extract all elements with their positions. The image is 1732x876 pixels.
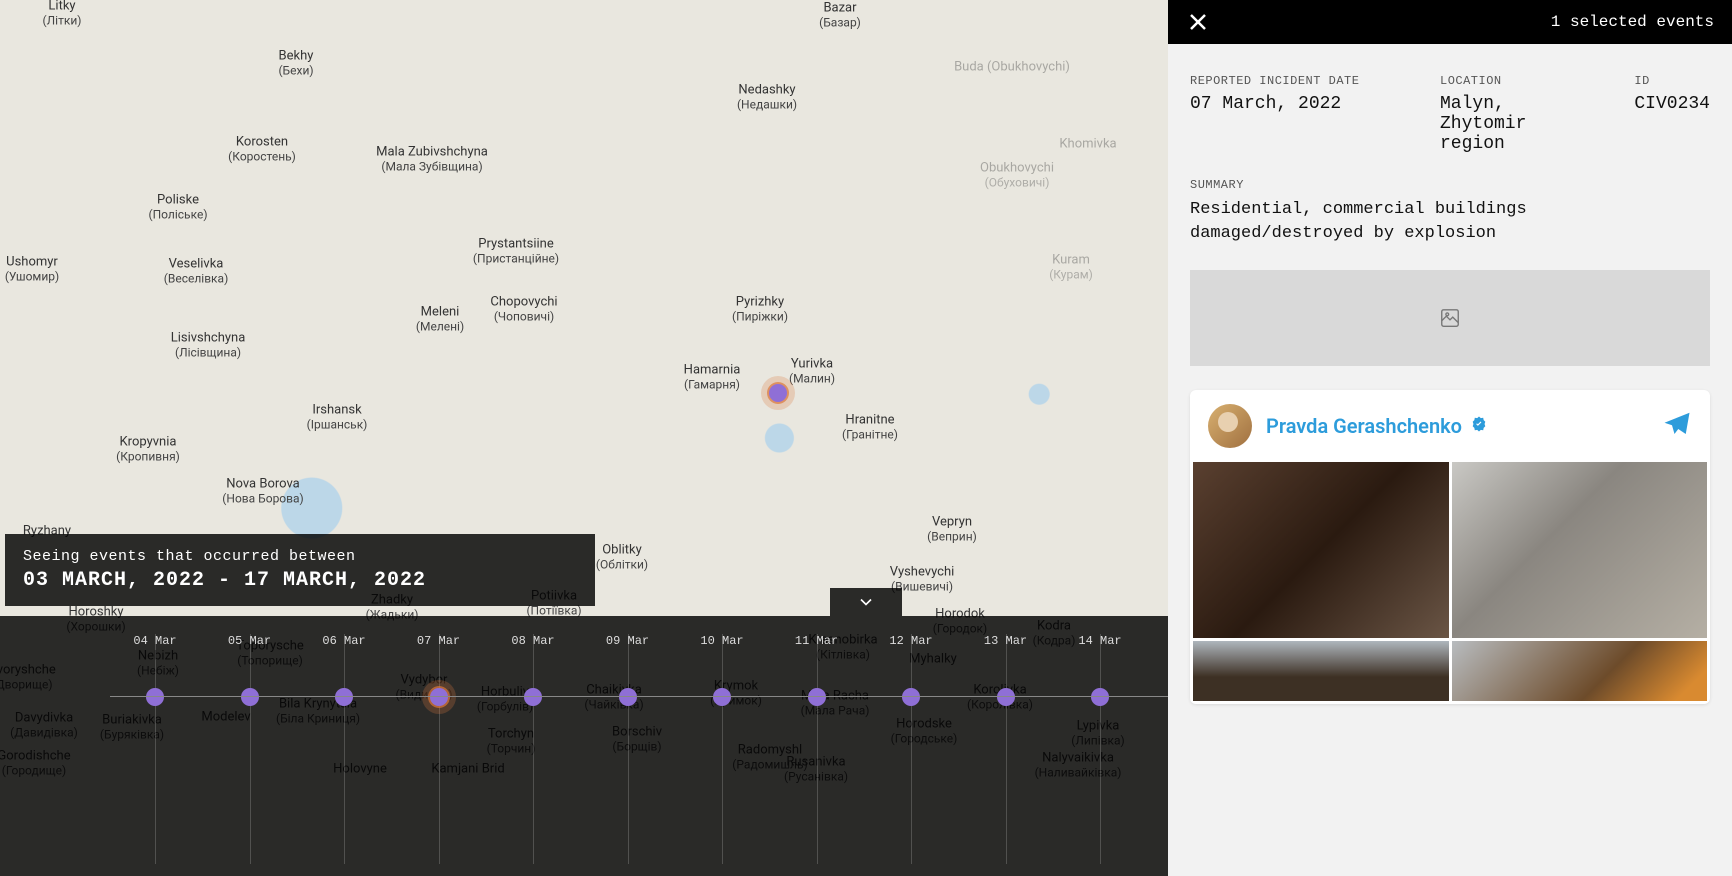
map-place-label: Korosten(Коростень) xyxy=(228,136,296,165)
map-place-label: Mala Zubivshchyna(Мала Зубівщина) xyxy=(376,146,488,175)
map-place-label: Nova Borova(Нова Борова) xyxy=(222,478,303,507)
telegram-plane-icon xyxy=(1662,409,1692,443)
map-place-label: Hranitne(Гранітне) xyxy=(842,414,898,443)
timeline-tick xyxy=(344,634,345,864)
source-image[interactable] xyxy=(1452,641,1708,701)
timeline-tick xyxy=(533,634,534,864)
map-place-label: Bazar(Базар) xyxy=(819,2,861,31)
map-place-label: Bekhy(Бехи) xyxy=(278,50,313,79)
source-image[interactable] xyxy=(1452,462,1708,638)
map-place-label: Vepryn(Веприн) xyxy=(927,516,977,545)
summary-label: SUMMARY xyxy=(1190,178,1710,192)
map-place-label: Lisivshchyna(Лісівщина) xyxy=(171,332,246,361)
verified-badge-icon xyxy=(1470,414,1488,438)
timeline-tick xyxy=(155,634,156,864)
timeline-event-dot[interactable] xyxy=(335,688,353,706)
source-name-text: Pravda Gerashchenko xyxy=(1266,414,1462,438)
id-label: ID xyxy=(1634,74,1710,88)
broken-image-icon xyxy=(1439,307,1461,329)
timeline-tick-label: 04 Mar xyxy=(133,634,176,648)
timeline-event-dot[interactable] xyxy=(430,688,448,706)
event-sidebar: 1 selected events REPORTED INCIDENT DATE… xyxy=(1168,0,1732,876)
timeline-tick-label: 12 Mar xyxy=(889,634,932,648)
timeline-event-dot[interactable] xyxy=(713,688,731,706)
id-value: CIV0234 xyxy=(1634,94,1710,114)
close-sidebar-button[interactable] xyxy=(1186,10,1210,34)
timeline-event-dot[interactable] xyxy=(997,688,1015,706)
timeline-tick-label: 06 Mar xyxy=(322,634,365,648)
timeline-event-dot[interactable] xyxy=(808,688,826,706)
map-place-label: Kuram(Курам) xyxy=(1049,254,1093,283)
map-place-label: Buda (Obukhovychi) xyxy=(954,61,1070,76)
timeline-event-dot[interactable] xyxy=(902,688,920,706)
sidebar-body: REPORTED INCIDENT DATE 07 March, 2022 LO… xyxy=(1168,44,1732,876)
timeline-tick xyxy=(250,634,251,864)
map-place-label: Oblitky(Облітки) xyxy=(596,544,648,573)
date-range-intro: Seeing events that occurred between xyxy=(23,548,577,565)
source-name[interactable]: Pravda Gerashchenko xyxy=(1266,414,1488,438)
timeline-tick-label: 10 Mar xyxy=(700,634,743,648)
map-place-label: Meleni(Мелені) xyxy=(416,306,464,335)
location-value: Malyn, Zhytomir region xyxy=(1440,94,1594,154)
map-place-label: Nedashky(Недашки) xyxy=(737,84,797,113)
timeline-tick xyxy=(817,634,818,864)
map-place-label: Pyrizhky(Пиріжки) xyxy=(732,296,788,325)
timeline-event-dot[interactable] xyxy=(1091,688,1109,706)
source-avatar xyxy=(1208,404,1252,448)
map-place-label: Litky(Літки) xyxy=(43,0,82,28)
map-place-label: Yurivka(Малин) xyxy=(789,358,835,387)
timeline-tick xyxy=(628,634,629,864)
timeline-tick-label: 09 Mar xyxy=(606,634,649,648)
timeline-event-dot[interactable] xyxy=(146,688,164,706)
timeline-tick-label: 14 Mar xyxy=(1078,634,1121,648)
map-place-label: Irshansk(Іршанськ) xyxy=(307,404,368,433)
timeline-tick-label: 05 Mar xyxy=(228,634,271,648)
source-image[interactable] xyxy=(1193,462,1449,638)
timeline-collapse-button[interactable] xyxy=(830,588,902,616)
selected-events-count: 1 selected events xyxy=(1551,13,1714,31)
timeline-tick xyxy=(911,634,912,864)
timeline-tick xyxy=(722,634,723,864)
map-place-label: Hamarnia(Гамарня) xyxy=(684,364,741,393)
map-place-label: Ushomyr(Ушомир) xyxy=(5,256,59,285)
map-event-marker-selected[interactable] xyxy=(769,384,787,402)
timeline-event-dot[interactable] xyxy=(524,688,542,706)
location-label: LOCATION xyxy=(1440,74,1594,88)
close-icon xyxy=(1186,10,1210,34)
summary-value: Residential, commercial buildings damage… xyxy=(1190,198,1710,246)
timeline-tick-label: 13 Mar xyxy=(984,634,1027,648)
incident-date-value: 07 March, 2022 xyxy=(1190,94,1400,114)
date-range-overlay: Seeing events that occurred between 03 M… xyxy=(5,534,595,606)
timeline-tick-label: 08 Mar xyxy=(511,634,554,648)
map-place-label: Obukhovychi(Обуховичі) xyxy=(980,162,1054,191)
sidebar-header: 1 selected events xyxy=(1168,0,1732,44)
map-place-label: Chopovychi(Чоповичі) xyxy=(490,296,557,325)
map-place-label: Khomivka xyxy=(1059,138,1116,153)
map-place-label: Kropyvnia(Кропивня) xyxy=(116,436,180,465)
timeline-tick-label: 07 Mar xyxy=(417,634,460,648)
incident-date-label: REPORTED INCIDENT DATE xyxy=(1190,74,1400,88)
source-image[interactable] xyxy=(1193,641,1449,701)
date-range-value: 03 MARCH, 2022 - 17 MARCH, 2022 xyxy=(23,569,577,592)
chevron-down-icon xyxy=(856,592,876,612)
map-place-label: Poliske(Поліське) xyxy=(148,194,207,223)
media-placeholder xyxy=(1190,270,1710,366)
map-place-label: Veselivka(Веселівка) xyxy=(164,258,229,287)
timeline-tick xyxy=(1100,634,1101,864)
source-images-grid xyxy=(1190,462,1710,704)
timeline-tick-label: 11 Mar xyxy=(795,634,838,648)
map-place-label: Prystantsiine(Пристанційне) xyxy=(473,238,559,267)
timeline-tick xyxy=(1006,634,1007,864)
telegram-source-card[interactable]: Pravda Gerashchenko xyxy=(1190,390,1710,704)
timeline-tick xyxy=(439,634,440,864)
timeline-event-dot[interactable] xyxy=(241,688,259,706)
timeline-event-dot[interactable] xyxy=(619,688,637,706)
